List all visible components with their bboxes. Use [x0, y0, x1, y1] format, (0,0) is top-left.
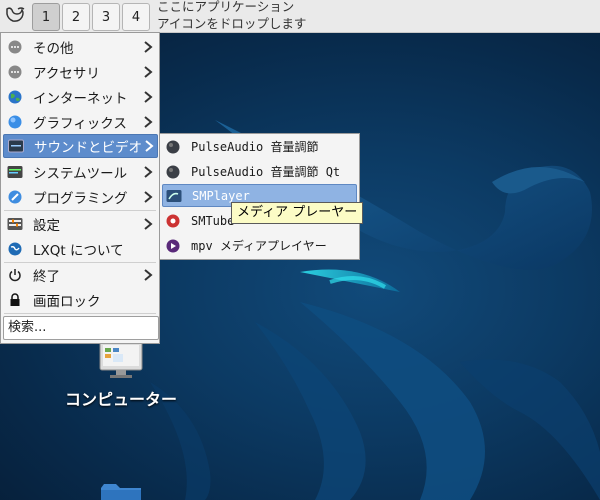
chevron-right-icon	[141, 41, 155, 53]
menu-item-other[interactable]: その他	[3, 35, 158, 59]
power-icon	[7, 267, 23, 283]
submenu-item-label: SMPlayer	[192, 188, 250, 203]
smtube-icon	[165, 213, 181, 229]
workspace-4-button[interactable]: 4	[122, 3, 150, 31]
menu-item-system-tools[interactable]: システムツール	[3, 160, 158, 184]
pulseaudio-icon	[165, 139, 181, 155]
menu-item-label: インターネット	[33, 91, 128, 107]
menu-item-label: LXQt について	[33, 243, 124, 259]
computer-icon-label[interactable]: コンピューター	[40, 386, 202, 410]
menu-item-label: システムツール	[33, 166, 128, 182]
workspace-2-button[interactable]: 2	[62, 3, 90, 31]
menu-item-graphics[interactable]: グラフィックス	[3, 110, 158, 134]
menu-item-label: アクセサリ	[33, 66, 100, 82]
smplayer-icon	[166, 188, 182, 204]
menu-item-label: サウンドとビデオ	[34, 140, 142, 156]
top-panel: 1 2 3 4 ここにアプリケーション アイコンをドロップします	[0, 0, 600, 33]
mpv-icon	[165, 238, 181, 254]
submenu-item-pulseaudio-volume[interactable]: PulseAudio 音量調節	[162, 135, 357, 158]
menu-item-accessories[interactable]: アクセサリ	[3, 60, 158, 84]
chevron-right-icon	[141, 269, 155, 281]
menu-item-label: プログラミング	[33, 191, 128, 207]
accessories-icon	[7, 64, 23, 80]
menu-item-sound-and-video[interactable]: サウンドとビデオ	[3, 134, 158, 158]
quicklaunch-hint-line1: ここにアプリケーション	[157, 0, 295, 14]
chevron-right-icon	[142, 140, 156, 152]
system-tools-icon	[7, 164, 23, 180]
chevron-right-icon	[141, 91, 155, 103]
workspace-3-button[interactable]: 3	[92, 3, 120, 31]
lxqt-logo-icon	[6, 7, 25, 22]
submenu-item-label: mpv メディアプレイヤー	[191, 239, 327, 253]
menu-item-programming[interactable]: プログラミング	[3, 185, 158, 209]
menu-item-settings[interactable]: 設定	[3, 212, 158, 236]
chevron-right-icon	[141, 166, 155, 178]
chevron-right-icon	[141, 66, 155, 78]
submenu-item-pulseaudio-volume-qt[interactable]: PulseAudio 音量調節 Qt	[162, 160, 357, 183]
submenu-item-label: PulseAudio 音量調節	[191, 140, 319, 154]
menu-item-label: 設定	[33, 218, 60, 234]
lxqt-icon	[7, 241, 23, 257]
menu-item-label: 終了	[33, 269, 60, 285]
chevron-right-icon	[141, 116, 155, 128]
programming-icon	[7, 189, 23, 205]
menu-separator	[4, 313, 156, 314]
sound-and-video-submenu: PulseAudio 音量調節 PulseAudio 音量調節 Qt SMPla…	[159, 133, 360, 260]
menu-item-internet[interactable]: インターネット	[3, 85, 158, 109]
internet-globe-icon	[7, 89, 23, 105]
menu-item-label: 画面ロック	[33, 294, 101, 310]
menu-item-label: グラフィックス	[33, 116, 127, 132]
start-menu-button[interactable]	[2, 2, 28, 28]
menu-separator	[4, 210, 156, 211]
settings-icon	[7, 216, 23, 232]
computer-icon[interactable]	[98, 340, 144, 380]
folder-icon[interactable]	[100, 482, 142, 500]
menu-item-about-lxqt[interactable]: LXQt について	[3, 237, 158, 261]
submenu-item-mpv[interactable]: mpv メディアプレイヤー	[162, 234, 357, 257]
multimedia-icon	[8, 138, 24, 154]
lock-icon	[7, 292, 23, 308]
application-main-menu: その他 アクセサリ インターネット グラフィックス サウンドとビデオ システムツ…	[0, 32, 160, 344]
chevron-right-icon	[141, 218, 155, 230]
quicklaunch-hint-line2: アイコンをドロップします	[157, 16, 307, 31]
smplayer-tooltip: メディア プレーヤー	[231, 202, 364, 224]
more-icon	[7, 39, 23, 55]
submenu-item-label: SMTube	[191, 213, 235, 228]
quicklaunch-drop-area[interactable]: ここにアプリケーション アイコンをドロップします	[157, 0, 306, 32]
menu-item-label: その他	[33, 41, 74, 57]
graphics-icon	[7, 114, 23, 130]
menu-search-input[interactable]: 検索...	[3, 316, 159, 340]
menu-item-shutdown[interactable]: 終了	[3, 263, 158, 287]
chevron-right-icon	[141, 191, 155, 203]
pulseaudio-icon	[165, 164, 181, 180]
submenu-item-label: PulseAudio 音量調節 Qt	[191, 165, 341, 179]
workspace-1-button[interactable]: 1	[32, 3, 60, 31]
menu-item-lock-screen[interactable]: 画面ロック	[3, 288, 158, 312]
